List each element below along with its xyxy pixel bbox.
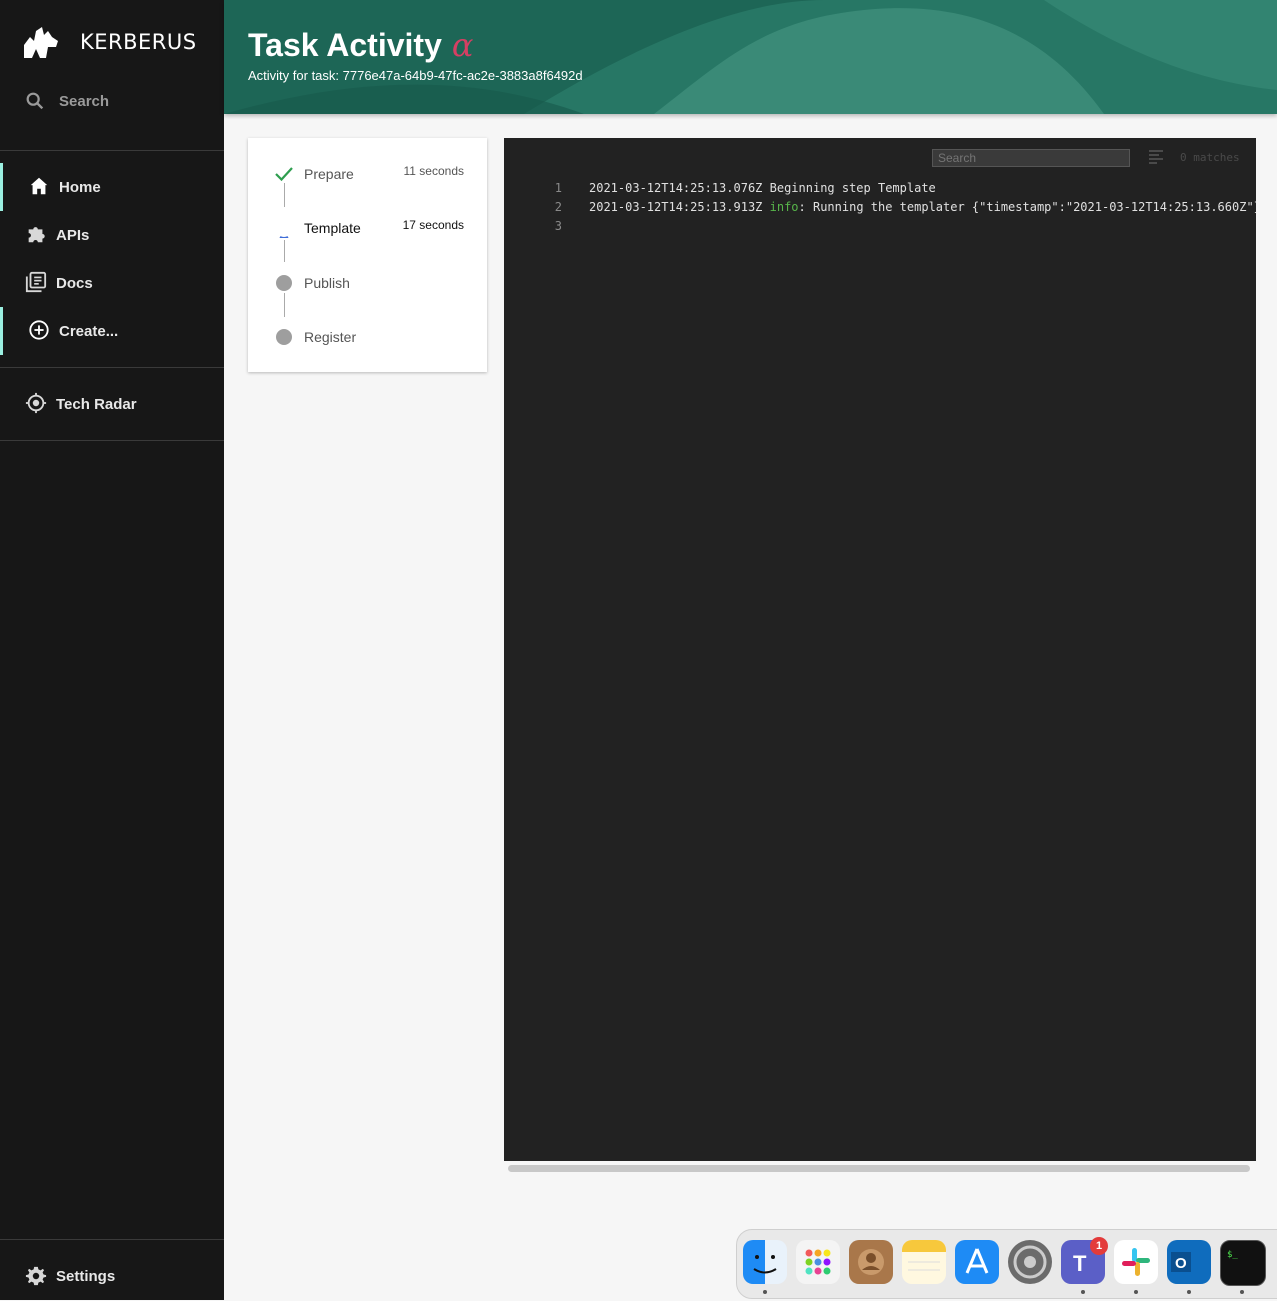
spinner-icon <box>279 236 289 238</box>
library-books-icon <box>25 271 47 293</box>
running-indicator <box>763 1290 767 1294</box>
sidebar-item-apis[interactable]: APIs <box>0 211 224 259</box>
puzzle-icon <box>28 227 45 243</box>
pending-dot-icon <box>274 327 294 347</box>
log-text: 2021-03-12T14:25:13.913Z info: Running t… <box>589 200 1256 214</box>
sidebar-item-create[interactable]: Create... <box>0 307 227 355</box>
line-number: 3 <box>554 219 562 233</box>
step-connector <box>284 240 285 262</box>
step-label: Publish <box>304 275 350 291</box>
radar-icon <box>25 392 47 414</box>
macos-dock: T O $_ <box>736 1229 1277 1299</box>
notification-badge: 1 <box>1090 1237 1108 1255</box>
svg-text:O: O <box>1175 1255 1187 1272</box>
launchpad-icon[interactable] <box>796 1240 840 1284</box>
page-title: Task Activity α <box>248 26 473 64</box>
line-number: 1 <box>554 181 562 195</box>
app-store-icon[interactable] <box>955 1240 999 1284</box>
running-indicator <box>1187 1290 1191 1294</box>
log-search-input[interactable] <box>932 149 1130 167</box>
terminal-icon[interactable]: $_ <box>1220 1240 1266 1286</box>
sidebar-item-label: APIs <box>56 226 90 244</box>
running-indicator <box>1134 1290 1138 1294</box>
kerberus-logo-icon <box>24 27 58 58</box>
divider <box>0 150 224 151</box>
sidebar-item-tech-radar[interactable]: Tech Radar <box>0 380 224 428</box>
contacts-icon[interactable] <box>849 1240 893 1284</box>
sidebar: KERBERUS Search Home APIs Docs Create...… <box>0 0 224 1300</box>
gear-icon <box>25 1266 47 1286</box>
alpha-badge: α <box>451 26 474 64</box>
sidebar-item-label: Create... <box>59 322 119 340</box>
svg-text:$_: $_ <box>1227 1250 1238 1260</box>
step-duration: 11 seconds <box>403 164 465 178</box>
step-register[interactable]: Register <box>248 327 487 357</box>
sidebar-item-label: Settings <box>56 1268 116 1285</box>
filter-lines-icon[interactable] <box>1148 149 1164 165</box>
step-connector <box>284 293 285 317</box>
log-text: 2021-03-12T14:25:13.076Z Beginning step … <box>589 181 936 195</box>
line-number: 2 <box>554 200 562 214</box>
step-label: Register <box>304 329 357 345</box>
search-label: Search <box>59 92 110 110</box>
sidebar-item-label: Docs <box>56 274 93 292</box>
home-icon <box>30 177 48 195</box>
divider <box>0 440 224 441</box>
page-subtitle: Activity for task: 7776e47a-64b9-47fc-ac… <box>248 68 583 83</box>
page-header: Task Activity α Activity for task: 7776e… <box>224 0 1277 114</box>
sidebar-item-label: Tech Radar <box>56 395 137 413</box>
step-label: Prepare <box>304 166 354 182</box>
sidebar-item-settings[interactable]: Settings <box>0 1253 224 1301</box>
running-indicator <box>1240 1290 1244 1294</box>
step-duration: 17 seconds <box>402 218 464 232</box>
svg-text:T: T <box>1073 1251 1087 1276</box>
outlook-icon[interactable]: O <box>1167 1240 1211 1284</box>
add-circle-icon <box>29 320 49 340</box>
log-viewer[interactable]: 0 matches 1 2021-03-12T14:25:13.076Z Beg… <box>504 138 1256 1161</box>
brand-name: KERBERUS <box>80 30 197 54</box>
notes-icon[interactable] <box>902 1240 946 1284</box>
search-icon <box>26 92 44 110</box>
slack-icon[interactable] <box>1114 1240 1158 1284</box>
system-preferences-icon[interactable] <box>1008 1240 1052 1284</box>
divider <box>0 1239 224 1240</box>
sidebar-search[interactable]: Search <box>24 90 109 112</box>
sidebar-item-label: Home <box>59 178 101 196</box>
sidebar-item-docs[interactable]: Docs <box>0 259 224 307</box>
brand-logo[interactable]: KERBERUS <box>22 24 197 60</box>
step-label: Template <box>304 220 361 236</box>
step-connector <box>284 183 285 207</box>
running-indicator <box>1081 1290 1085 1294</box>
pending-dot-icon <box>274 273 294 293</box>
match-count: 0 matches <box>1180 151 1240 164</box>
finder-icon[interactable] <box>743 1240 787 1284</box>
log-level: info <box>769 200 799 214</box>
divider <box>0 367 224 368</box>
horizontal-scrollbar[interactable] <box>508 1165 1250 1172</box>
check-icon <box>275 167 293 182</box>
page-title-text: Task Activity <box>248 27 442 63</box>
sidebar-item-home[interactable]: Home <box>0 163 227 211</box>
